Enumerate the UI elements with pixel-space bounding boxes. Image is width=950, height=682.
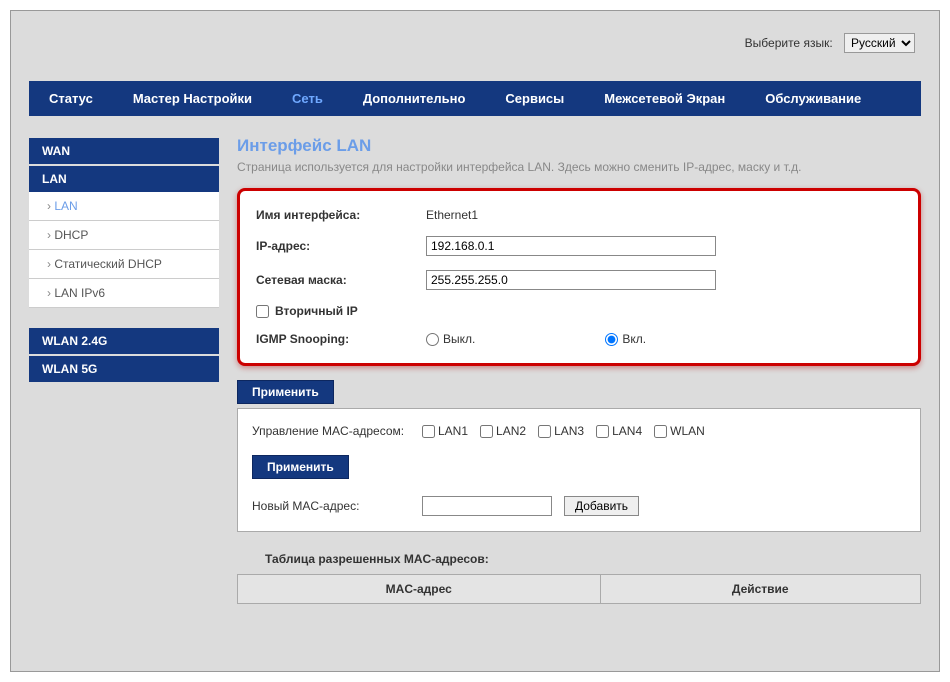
mac-management-panel: Управление MAC-адресом: LAN1 LAN2 LAN3 LAN4…: [237, 408, 921, 532]
mac-port-lan2[interactable]: LAN2: [480, 424, 526, 438]
language-select[interactable]: Русский: [844, 33, 915, 53]
topnav-tab-6[interactable]: Обслуживание: [745, 81, 881, 116]
language-selector-bar: Выберите язык: Русский: [745, 33, 915, 53]
new-mac-input[interactable]: [422, 496, 552, 516]
mac-port-lan1[interactable]: LAN1: [422, 424, 468, 438]
secondary-ip-checkbox[interactable]: [256, 305, 269, 318]
new-mac-label: Новый MAC-адрес:: [252, 499, 422, 513]
igmp-off-radio[interactable]: [426, 333, 439, 346]
mac-port-lan4[interactable]: LAN4: [596, 424, 642, 438]
mac-port-checkbox-lan4[interactable]: [596, 425, 609, 438]
page-description: Страница используется для настройки инте…: [237, 160, 921, 174]
ip-address-label: IP-адрес:: [256, 239, 426, 253]
apply-button-mac[interactable]: Применить: [252, 455, 349, 479]
sidebar-head-wan[interactable]: WAN: [29, 138, 219, 164]
sidebar-item-dhcp[interactable]: DHCP: [29, 221, 219, 250]
igmp-off-label: Выкл.: [443, 332, 475, 346]
igmp-on-label: Вкл.: [622, 332, 646, 346]
ip-address-input[interactable]: [426, 236, 716, 256]
lan-settings-panel: Имя интерфейса: Ethernet1 IP-адрес: Сете…: [237, 188, 921, 366]
topnav-tab-1[interactable]: Мастер Настройки: [113, 81, 272, 116]
sidebar-head-wlan5[interactable]: WLAN 5G: [29, 356, 219, 382]
topnav-tab-5[interactable]: Межсетевой Экран: [584, 81, 745, 116]
interface-name-label: Имя интерфейса:: [256, 208, 426, 222]
topnav-tab-0[interactable]: Статус: [29, 81, 113, 116]
sidebar: WAN LAN LAN DHCP Статический DHCP LAN IP…: [29, 136, 219, 604]
mac-port-lan3[interactable]: LAN3: [538, 424, 584, 438]
sidebar-item-lan-ipv6[interactable]: LAN IPv6: [29, 279, 219, 308]
mac-table: MAC-адрес Действие: [237, 574, 921, 604]
sidebar-head-wlan24[interactable]: WLAN 2.4G: [29, 328, 219, 354]
apply-button-top[interactable]: Применить: [237, 380, 334, 404]
sidebar-item-static-dhcp[interactable]: Статический DHCP: [29, 250, 219, 279]
secondary-ip-label: Вторичный IP: [275, 304, 358, 318]
igmp-label: IGMP Snooping:: [256, 332, 426, 346]
top-navigation: СтатусМастер НастройкиСетьДополнительноС…: [29, 81, 921, 116]
mac-port-checkbox-lan3[interactable]: [538, 425, 551, 438]
mac-port-wlan[interactable]: WLAN: [654, 424, 705, 438]
topnav-tab-3[interactable]: Дополнительно: [343, 81, 486, 116]
netmask-input[interactable]: [426, 270, 716, 290]
mac-port-checkbox-lan1[interactable]: [422, 425, 435, 438]
mac-port-checkbox-lan2[interactable]: [480, 425, 493, 438]
sidebar-item-lan[interactable]: LAN: [29, 192, 219, 221]
content-area: Интерфейс LAN Страница используется для …: [237, 136, 921, 604]
mac-table-title: Таблица разрешенных MAC-адресов:: [237, 542, 921, 574]
mac-manage-label: Управление MAC-адресом:: [252, 424, 422, 438]
mac-port-checkbox-wlan[interactable]: [654, 425, 667, 438]
page-title: Интерфейс LAN: [237, 136, 921, 156]
interface-name-value: Ethernet1: [426, 208, 478, 222]
topnav-tab-4[interactable]: Сервисы: [485, 81, 584, 116]
topnav-tab-2[interactable]: Сеть: [272, 81, 343, 116]
language-label: Выберите язык:: [745, 36, 833, 50]
sidebar-head-lan[interactable]: LAN: [29, 166, 219, 192]
mac-table-col-mac: MAC-адрес: [238, 575, 601, 604]
mac-table-col-action: Действие: [600, 575, 921, 604]
igmp-on-radio[interactable]: [605, 333, 618, 346]
add-mac-button[interactable]: Добавить: [564, 496, 639, 516]
netmask-label: Сетевая маска:: [256, 273, 426, 287]
